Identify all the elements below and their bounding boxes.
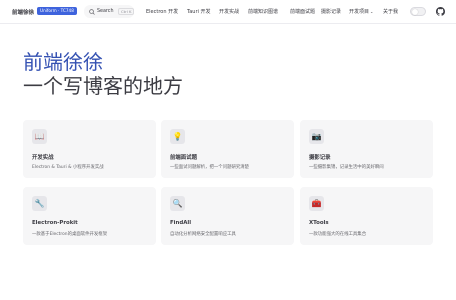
search-shortcut: Ctrl K — [118, 8, 135, 15]
feature-title: 开发实战 — [32, 155, 54, 161]
chevron-down-icon: ⌄ — [370, 9, 374, 14]
feature-card-xtools[interactable]: 🧰 XTools 一款功能强大的在线工具集合 — [300, 187, 433, 245]
feature-desc: Electron & Tauri & 小程序开发实战 — [32, 165, 104, 170]
feature-desc: 一款基于Electron的桌面软件开发框架 — [32, 232, 108, 237]
version-badge: Uniform · TC748 — [37, 7, 77, 15]
search-button[interactable]: Search Ctrl K — [84, 5, 135, 18]
github-icon[interactable] — [436, 7, 445, 16]
book-icon: 📖 — [32, 129, 47, 144]
top-navbar: 前端徐徐 Uniform · TC748 Search Ctrl K Elect… — [0, 0, 456, 24]
feature-title: XTools — [309, 220, 329, 226]
wrench-icon: 🔧 — [32, 196, 47, 211]
feature-desc: 自动化分析网络安全配置响应工具 — [170, 232, 236, 237]
toolbox-icon: 🧰 — [309, 196, 324, 211]
feature-title: 摄影记录 — [309, 155, 331, 161]
feature-title: 前端面试题 — [170, 155, 197, 161]
camera-icon: 📷 — [309, 129, 324, 144]
nav-link-projects[interactable]: 开发项目⌄ — [349, 8, 373, 15]
feature-card-practice[interactable]: 📖 开发实战 Electron & Tauri & 小程序开发实战 — [23, 120, 156, 178]
feature-title: Electron-Prokit — [32, 220, 78, 226]
nav-link-practice[interactable]: 开发实战 — [219, 8, 239, 15]
site-title[interactable]: 前端徐徐 — [12, 8, 34, 16]
hero-tagline: 一个写博客的地方 — [23, 74, 183, 98]
nav-link-photography[interactable]: 摄影记录 — [321, 8, 341, 15]
search-icon — [89, 8, 95, 15]
theme-toggle[interactable] — [410, 7, 426, 16]
nav-link-about[interactable]: 关于我 — [383, 8, 398, 15]
feature-desc: 一些面试问题解析，把一个问题研究清楚 — [170, 165, 250, 170]
feature-card-electron-prokit[interactable]: 🔧 Electron-Prokit 一款基于Electron的桌面软件开发框架 — [23, 187, 156, 245]
lightbulb-icon: 💡 — [170, 129, 185, 144]
feature-card-photography[interactable]: 📷 摄影记录 一些摄影集锦，记录生活中的美好瞬间 — [300, 120, 433, 178]
nav-link-electron[interactable]: Electron 开发 — [146, 8, 178, 15]
nav-link-knowledge-map[interactable]: 前端知识图谱 — [248, 8, 278, 15]
feature-card-interview[interactable]: 💡 前端面试题 一些面试问题解析，把一个问题研究清楚 — [161, 120, 294, 178]
search-label: Search — [97, 9, 114, 14]
feature-title: FindAll — [170, 220, 192, 226]
feature-desc: 一些摄影集锦，记录生活中的美好瞬间 — [309, 165, 384, 170]
nav-link-projects-label: 开发项目 — [349, 9, 370, 15]
nav-link-tauri[interactable]: Tauri 开发 — [187, 8, 211, 15]
feature-card-findall[interactable]: 🔍 FindAll 自动化分析网络安全配置响应工具 — [161, 187, 294, 245]
sun-icon — [412, 9, 418, 15]
feature-desc: 一款功能强大的在线工具集合 — [309, 232, 367, 237]
nav-link-interview[interactable]: 前端面试题 — [290, 8, 315, 15]
hero-name: 前端徐徐 — [23, 50, 103, 74]
magnifier-icon: 🔍 — [170, 196, 185, 211]
